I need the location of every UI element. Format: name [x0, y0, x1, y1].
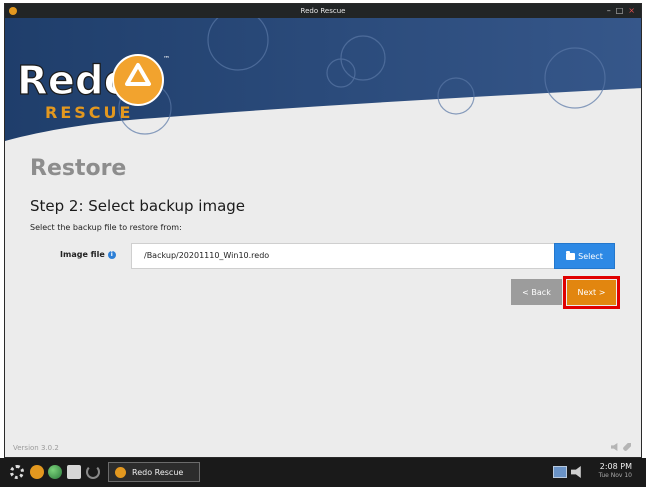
instruction-text: Select the backup file to restore from: — [30, 223, 182, 232]
clock-time: 2:08 PM — [599, 462, 632, 471]
version-label: Version 3.0.2 — [13, 444, 59, 452]
status-footer: Version 3.0.2 — [5, 441, 641, 457]
image-file-input[interactable]: /Backup/20201110_Win10.redo — [131, 243, 555, 269]
browser-globe-icon[interactable] — [48, 465, 62, 479]
wrench-icon[interactable] — [623, 443, 631, 451]
redo-launcher-icon[interactable] — [30, 465, 44, 479]
step-title: Step 2: Select backup image — [30, 197, 246, 215]
taskbar: Redo Rescue 2:08 PM Tue Nov 10 — [0, 458, 646, 487]
main-content: Restore Step 2: Select backup image Sele… — [5, 141, 641, 441]
taskbar-window-label: Redo Rescue — [132, 467, 184, 477]
network-icon[interactable] — [553, 466, 567, 478]
volume-icon[interactable] — [571, 466, 581, 478]
image-file-label-group: Image file i — [60, 250, 116, 259]
next-button-highlight: Next > — [563, 276, 620, 309]
select-button-label: Select — [578, 251, 603, 261]
clock-date: Tue Nov 10 — [598, 472, 632, 479]
select-button[interactable]: Select — [554, 243, 615, 269]
image-file-label: Image file — [60, 250, 105, 259]
recycle-logo-icon — [112, 54, 164, 106]
taskbar-window-item[interactable]: Redo Rescue — [108, 462, 200, 482]
window-controls: – □ × — [607, 4, 635, 18]
speaker-icon[interactable] — [611, 443, 618, 451]
window-title: Redo Rescue — [300, 7, 346, 15]
minimize-button[interactable]: – — [607, 4, 611, 18]
redo-task-icon — [115, 466, 126, 478]
title-bar: Redo Rescue – □ × — [5, 4, 641, 18]
clock[interactable]: 2:08 PM Tue Nov 10 — [594, 462, 632, 479]
folder-open-icon — [566, 250, 576, 260]
power-icon[interactable] — [86, 465, 100, 479]
logo-subtitle: RESCUE — [45, 103, 133, 122]
info-icon[interactable]: i — [107, 250, 116, 259]
page-title: Restore — [30, 156, 127, 181]
next-button[interactable]: Next > — [567, 280, 616, 305]
app-window: Redo Rescue – □ × Redo ™ RESCUE Restore … — [4, 3, 642, 458]
close-button[interactable]: × — [628, 4, 635, 18]
header-banner: Redo ™ RESCUE — [5, 18, 641, 141]
file-manager-icon[interactable] — [67, 465, 81, 479]
banner-graphic: Redo ™ RESCUE — [5, 18, 641, 141]
redo-app-icon — [9, 7, 17, 15]
back-button[interactable]: < Back — [511, 279, 562, 305]
settings-gear-icon[interactable] — [10, 465, 24, 479]
footer-icons — [611, 443, 631, 451]
logo-trademark: ™ — [163, 55, 170, 63]
maximize-button[interactable]: □ — [616, 4, 624, 18]
